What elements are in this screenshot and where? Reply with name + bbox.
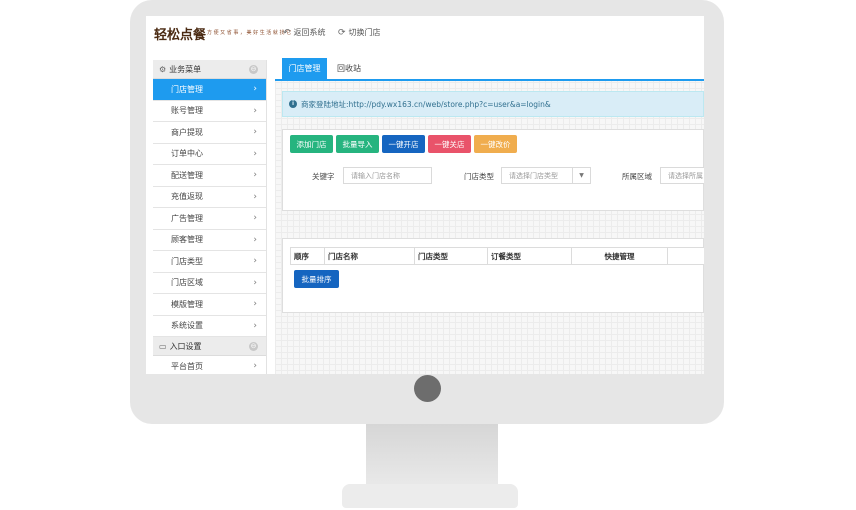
top-bar: 轻松点餐 方 便 又 省 事 ， 美 好 生 活 就 找 它 ↶ 返回系统 ⟳ … <box>146 16 704 50</box>
sidebar-item-label: 系统设置 <box>171 321 203 331</box>
sidebar-item-template-management[interactable]: 模版管理 › <box>153 294 266 316</box>
info-alert: i 商家登陆地址:http://pdy.wx163.cn/web/store.p… <box>282 91 704 117</box>
sidebar-group-label: 入口设置 <box>169 341 202 351</box>
close-all-stores-button[interactable]: 一键关店 <box>428 135 471 153</box>
sidebar: ⚙ 业务菜单 ⊖ 门店管理 › 账号管理 › 商户提现 › 订单中心 › 配送管… <box>153 60 267 374</box>
sidebar-item-label: 模版管理 <box>171 299 203 309</box>
chevron-right-icon: › <box>253 105 257 116</box>
back-to-system-link[interactable]: ↶ 返回系统 <box>283 27 326 38</box>
store-type-select[interactable]: 请选择门店类型 ▼ <box>501 167 591 184</box>
chevron-right-icon: › <box>253 170 257 180</box>
chevron-right-icon: › <box>253 191 257 202</box>
chevron-right-icon: › <box>253 148 257 159</box>
gear-icon: ⚙ <box>159 64 167 74</box>
chevron-right-icon: › <box>253 361 257 371</box>
action-button-row: 添加门店 批量导入 一键开店 一键关店 一键改价 <box>290 135 517 153</box>
sidebar-item-label: 充值返现 <box>171 192 203 202</box>
sidebar-item-label: 广告管理 <box>171 213 203 223</box>
sidebar-item-label: 账号管理 <box>171 106 203 116</box>
sidebar-item-label: 订单中心 <box>171 149 203 159</box>
sidebar-item-label: 顾客管理 <box>171 235 203 245</box>
sidebar-item-account-management[interactable]: 账号管理 › <box>153 100 266 122</box>
column-extra <box>668 248 704 264</box>
chevron-down-icon: ▼ <box>572 168 590 183</box>
sidebar-item-label: 门店类型 <box>171 256 203 266</box>
tab-bar: 门店管理 回收站 <box>275 58 704 81</box>
sidebar-item-label: 门店区域 <box>171 278 203 288</box>
power-button-icon <box>414 375 441 402</box>
chevron-right-icon: › <box>253 84 257 94</box>
area-selected: 请选择所属 <box>668 171 703 180</box>
sidebar-group-entry-settings[interactable]: ▭ 入口设置 ⊖ <box>153 337 266 356</box>
sidebar-group-business[interactable]: ⚙ 业务菜单 ⊖ <box>153 60 266 79</box>
switch-store-label: 切换门店 <box>348 28 381 37</box>
table-header: 顺序 门店名称 门店类型 订餐类型 快捷管理 <box>290 247 704 265</box>
chevron-right-icon: › <box>253 256 257 266</box>
chevron-right-icon: › <box>253 277 257 288</box>
keyword-input[interactable]: 请输入门店名称 <box>343 167 432 184</box>
action-filter-panel: 添加门店 批量导入 一键开店 一键关店 一键改价 关键字 请输入门店名称 门店类… <box>282 129 704 211</box>
switch-store-link[interactable]: ⟳ 切换门店 <box>338 27 381 38</box>
monitor-stand-base <box>342 484 518 508</box>
area-label: 所属区域 <box>622 172 652 181</box>
sidebar-item-label: 配送管理 <box>171 170 203 180</box>
main-content: 门店管理 回收站 i 商家登陆地址:http://pdy.wx163.cn/we… <box>275 58 704 374</box>
sidebar-item-label: 门店管理 <box>171 84 203 94</box>
collapse-icon[interactable]: ⊖ <box>249 65 258 74</box>
monitor-stand-neck <box>366 424 498 486</box>
monitor-icon: ▭ <box>159 341 167 351</box>
change-price-button[interactable]: 一键改价 <box>474 135 517 153</box>
sidebar-item-recharge-cashback[interactable]: 充值返现 › <box>153 186 266 208</box>
column-order-type: 订餐类型 <box>488 248 572 264</box>
store-type-label: 门店类型 <box>464 172 494 181</box>
sidebar-item-store-area[interactable]: 门店区域 › <box>153 272 266 294</box>
open-all-stores-button[interactable]: 一键开店 <box>382 135 425 153</box>
keyword-label: 关键字 <box>312 172 335 181</box>
batch-sort-button[interactable]: 批量排序 <box>294 270 339 288</box>
sidebar-item-platform-home[interactable]: 平台首页 › <box>153 356 266 374</box>
store-type-selected: 请选择门店类型 <box>509 171 558 180</box>
sidebar-item-label: 平台首页 <box>171 361 203 371</box>
sidebar-item-store-management[interactable]: 门店管理 › <box>153 79 266 101</box>
area-select[interactable]: 请选择所属 <box>660 167 704 184</box>
chevron-right-icon: › <box>253 234 257 245</box>
app-slogan: 方 便 又 省 事 ， 美 好 生 活 就 找 它 <box>207 30 292 36</box>
sidebar-item-system-settings[interactable]: 系统设置 › <box>153 315 266 337</box>
merchant-login-url: 商家登陆地址:http://pdy.wx163.cn/web/store.php… <box>301 99 551 109</box>
chevron-right-icon: › <box>253 299 257 309</box>
sidebar-item-store-type[interactable]: 门店类型 › <box>153 251 266 273</box>
collapse-icon[interactable]: ⊖ <box>249 342 258 351</box>
screen: 轻松点餐 方 便 又 省 事 ， 美 好 生 活 就 找 它 ↶ 返回系统 ⟳ … <box>146 16 704 374</box>
tab-recycle-bin[interactable]: 回收站 <box>330 58 368 79</box>
sidebar-item-order-center[interactable]: 订单中心 › <box>153 143 266 165</box>
tab-store-management[interactable]: 门店管理 <box>282 58 327 79</box>
chevron-right-icon: › <box>253 127 257 137</box>
column-order: 顺序 <box>291 248 325 264</box>
add-store-button[interactable]: 添加门店 <box>290 135 333 153</box>
app-logo: 轻松点餐 <box>154 28 207 43</box>
column-store-name: 门店名称 <box>325 248 415 264</box>
refresh-icon: ⟳ <box>338 27 346 38</box>
batch-import-button[interactable]: 批量导入 <box>336 135 379 153</box>
column-store-type: 门店类型 <box>415 248 488 264</box>
store-table-panel: 顺序 门店名称 门店类型 订餐类型 快捷管理 批量排序 <box>282 238 704 313</box>
sidebar-item-merchant-withdraw[interactable]: 商户提现 › <box>153 122 266 144</box>
column-quick-actions: 快捷管理 <box>572 248 668 264</box>
sidebar-item-ad-management[interactable]: 广告管理 › <box>153 208 266 230</box>
info-icon: i <box>289 100 297 108</box>
chevron-right-icon: › <box>253 213 257 223</box>
sidebar-item-label: 商户提现 <box>171 127 203 137</box>
sidebar-group-label: 业务菜单 <box>169 64 202 74</box>
sidebar-item-delivery-management[interactable]: 配送管理 › <box>153 165 266 187</box>
sidebar-item-customer-management[interactable]: 顾客管理 › <box>153 229 266 251</box>
chevron-right-icon: › <box>253 320 257 331</box>
back-arrow-icon: ↶ <box>283 27 291 38</box>
back-to-system-label: 返回系统 <box>293 28 326 37</box>
